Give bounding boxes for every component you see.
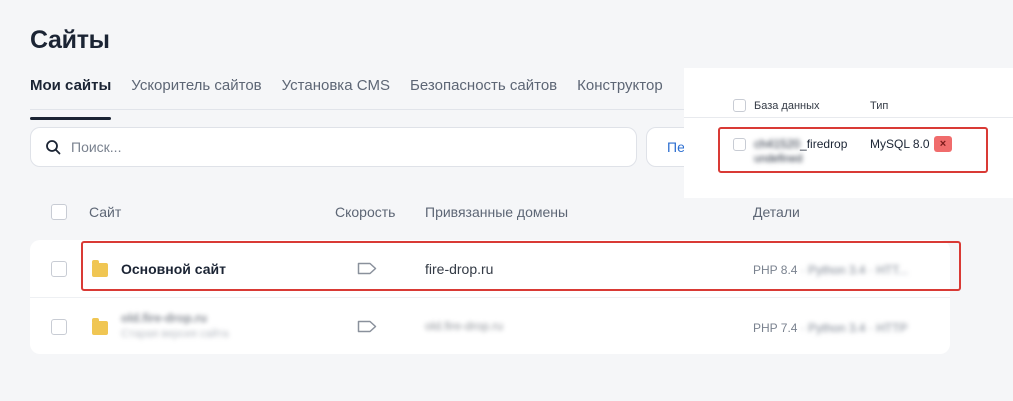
site-details: PHP 8.4 · Python 3.4 · HTT... bbox=[753, 263, 908, 277]
tab-cms-install[interactable]: Установка CMS bbox=[282, 74, 390, 109]
tab-my-sites[interactable]: Мои сайты bbox=[30, 74, 112, 120]
php-version: PHP 7.4 bbox=[753, 321, 798, 335]
details-blurred: · Python 3.4 · HTTP bbox=[797, 321, 908, 335]
column-details: Детали bbox=[753, 204, 800, 220]
column-speed: Скорость bbox=[335, 204, 396, 220]
folder-icon bbox=[92, 260, 108, 277]
site-name[interactable]: old.fire-drop.ru bbox=[121, 311, 207, 325]
tab-constructor[interactable]: Конструктор bbox=[577, 74, 663, 109]
php-version: PHP 8.4 bbox=[753, 263, 798, 277]
table-row[interactable]: old.fire-drop.ru Старая версия сайта old… bbox=[30, 297, 950, 354]
tab-site-accelerator[interactable]: Ускоритель сайтов bbox=[131, 74, 261, 109]
tab-bar: Мои сайты Ускоритель сайтов Установка CM… bbox=[30, 74, 730, 120]
row-checkbox[interactable] bbox=[51, 319, 67, 335]
table-row[interactable]: Основной сайт fire-drop.ru PHP 8.4 · Pyt… bbox=[30, 240, 950, 297]
column-type: Тип bbox=[870, 100, 889, 112]
search-box bbox=[30, 127, 637, 167]
bound-domain[interactable]: old.fire-drop.ru bbox=[425, 319, 503, 333]
details-blurred: · Python 3.4 · HTT... bbox=[797, 263, 909, 277]
search-icon bbox=[46, 140, 61, 155]
page-title: Сайты bbox=[30, 26, 110, 54]
bound-domain[interactable]: fire-drop.ru bbox=[425, 261, 493, 277]
db-name-prefix: ch41520 bbox=[754, 137, 801, 151]
select-all-db-checkbox[interactable] bbox=[733, 99, 746, 112]
table-header: Сайт Скорость Привязанные домены Детали bbox=[30, 195, 950, 229]
database-panel: База данных Тип ch41520_firedrop undefin… bbox=[684, 68, 1013, 198]
column-site: Сайт bbox=[89, 204, 122, 220]
site-name[interactable]: Основной сайт bbox=[121, 261, 226, 277]
site-subtitle: Старая версия сайта bbox=[121, 328, 229, 340]
database-name[interactable]: ch41520_firedrop bbox=[754, 137, 847, 151]
speed-tag-icon[interactable] bbox=[357, 262, 377, 275]
db-name-suffix: _firedrop bbox=[800, 137, 848, 151]
delete-database-button[interactable]: × bbox=[934, 136, 952, 152]
database-name-line2: undefined bbox=[754, 153, 803, 165]
search-input[interactable] bbox=[71, 139, 591, 155]
row-checkbox[interactable] bbox=[51, 261, 67, 277]
column-database: База данных bbox=[754, 100, 820, 112]
tab-site-security[interactable]: Безопасность сайтов bbox=[410, 74, 557, 109]
column-domains: Привязанные домены bbox=[425, 204, 569, 220]
select-all-checkbox[interactable] bbox=[51, 204, 67, 220]
site-details: PHP 7.4 · Python 3.4 · HTTP bbox=[753, 321, 908, 335]
sites-table: Основной сайт fire-drop.ru PHP 8.4 · Pyt… bbox=[30, 240, 950, 354]
folder-icon bbox=[92, 318, 108, 335]
speed-tag-icon[interactable] bbox=[357, 320, 377, 333]
database-row[interactable]: ch41520_firedrop undefined MySQL 8.0 × bbox=[684, 128, 1013, 176]
db-row-checkbox[interactable] bbox=[733, 138, 746, 151]
database-table-header: База данных Тип bbox=[684, 68, 1013, 118]
database-type: MySQL 8.0 bbox=[870, 137, 930, 151]
